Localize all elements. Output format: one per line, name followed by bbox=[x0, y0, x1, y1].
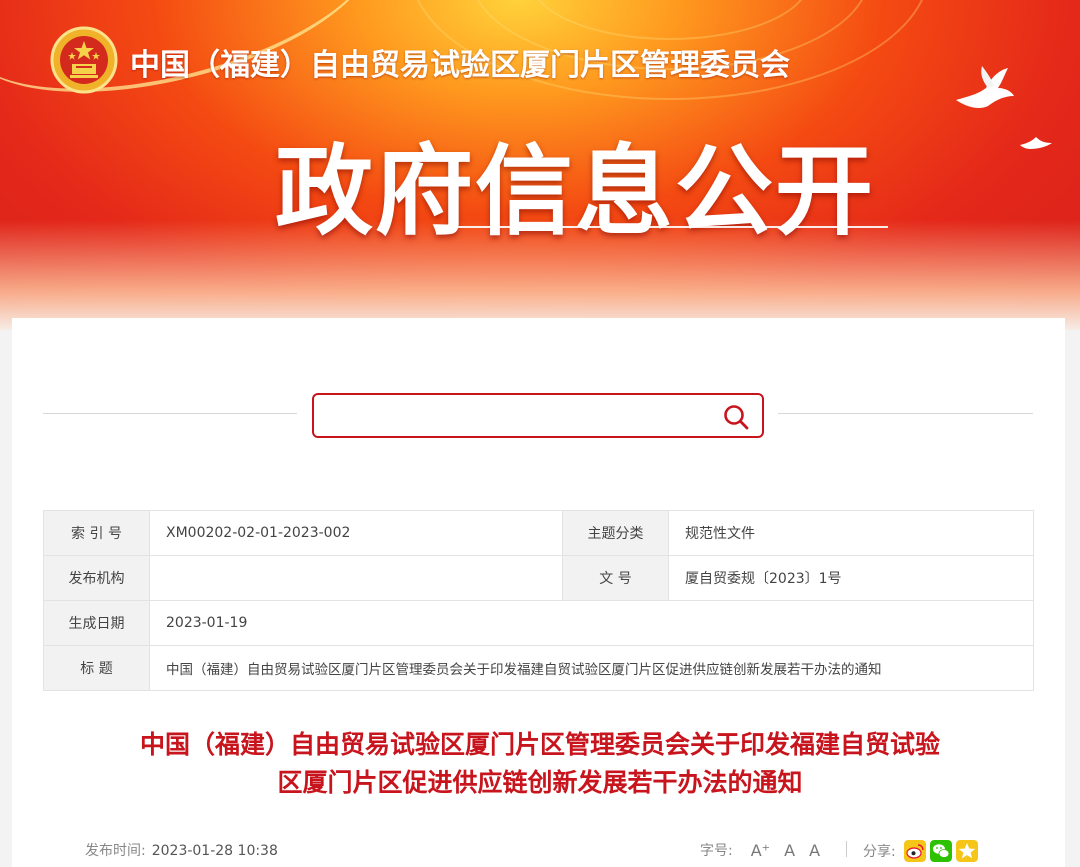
document-title: 中国（福建）自由贸易试验区厦门片区管理委员会关于印发福建自贸试验 区厦门片区促进… bbox=[60, 726, 1020, 802]
org-name: 中国（福建）自由贸易试验区厦门片区管理委员会 bbox=[130, 48, 790, 83]
publisher-label: 发布机构 bbox=[43, 555, 150, 601]
portal-title: 政府信息公开 bbox=[275, 135, 876, 249]
dove-icon bbox=[1020, 137, 1052, 149]
index-label: 索 引 号 bbox=[43, 510, 150, 556]
font-size-control: 字号: A⁺ A A bbox=[700, 840, 820, 860]
publish-time: 发布时间: 2023-01-28 10:38 bbox=[85, 840, 278, 860]
weibo-icon[interactable] bbox=[903, 840, 926, 862]
created-date-value: 2023-01-19 bbox=[149, 600, 1034, 646]
publish-time-value: 2023-01-28 10:38 bbox=[151, 843, 278, 859]
document-title-line-2: 区厦门片区促进供应链创新发展若干办法的通知 bbox=[277, 768, 803, 797]
title-value: 中国（福建）自由贸易试验区厦门片区管理委员会关于印发福建自贸试验区厦门片区促进供… bbox=[149, 645, 1034, 691]
document-info-table: 索 引 号 XM00202-02-01-2023-002 主题分类 规范性文件 … bbox=[43, 510, 1034, 691]
document-title-line-1: 中国（福建）自由贸易试验区厦门片区管理委员会关于印发福建自贸试验 bbox=[139, 730, 940, 759]
title-underline bbox=[458, 226, 888, 228]
share-label: 分享: bbox=[863, 844, 896, 860]
header-banner: 中国（福建）自由贸易试验区厦门片区管理委员会 政府信息公开 bbox=[0, 0, 1080, 330]
doc-number-value: 厦自贸委规〔2023〕1号 bbox=[668, 555, 1034, 601]
search-input[interactable] bbox=[324, 401, 704, 431]
font-normal-button[interactable]: A bbox=[784, 841, 795, 860]
index-value: XM00202-02-01-2023-002 bbox=[149, 510, 563, 556]
search-divider-left bbox=[43, 413, 297, 414]
title-label: 标 题 bbox=[43, 645, 150, 691]
dove-icon bbox=[956, 66, 1014, 108]
doc-number-label: 文 号 bbox=[562, 555, 669, 601]
table-row: 标 题 中国（福建）自由贸易试验区厦门片区管理委员会关于印发福建自贸试验区厦门片… bbox=[43, 645, 1034, 691]
search-icon[interactable] bbox=[722, 403, 750, 431]
national-emblem-icon bbox=[50, 26, 118, 94]
font-larger-button[interactable]: A⁺ bbox=[751, 841, 770, 860]
font-smaller-button[interactable]: A bbox=[809, 841, 820, 860]
category-label: 主题分类 bbox=[562, 510, 669, 556]
table-row: 生成日期 2023-01-19 bbox=[43, 600, 1034, 646]
share-bar: 分享: bbox=[863, 840, 978, 862]
category-value: 规范性文件 bbox=[668, 510, 1034, 556]
publish-time-label: 发布时间: bbox=[85, 843, 146, 859]
created-date-label: 生成日期 bbox=[43, 600, 150, 646]
search-box bbox=[312, 393, 764, 438]
publisher-value bbox=[149, 555, 563, 601]
search-divider-right bbox=[778, 413, 1033, 414]
qzone-icon[interactable] bbox=[955, 840, 978, 862]
meta-separator bbox=[846, 841, 847, 857]
wechat-icon[interactable] bbox=[929, 840, 952, 862]
table-row: 发布机构 文 号 厦自贸委规〔2023〕1号 bbox=[43, 555, 1034, 601]
table-row: 索 引 号 XM00202-02-01-2023-002 主题分类 规范性文件 bbox=[43, 510, 1034, 556]
font-size-label: 字号: bbox=[700, 843, 733, 859]
